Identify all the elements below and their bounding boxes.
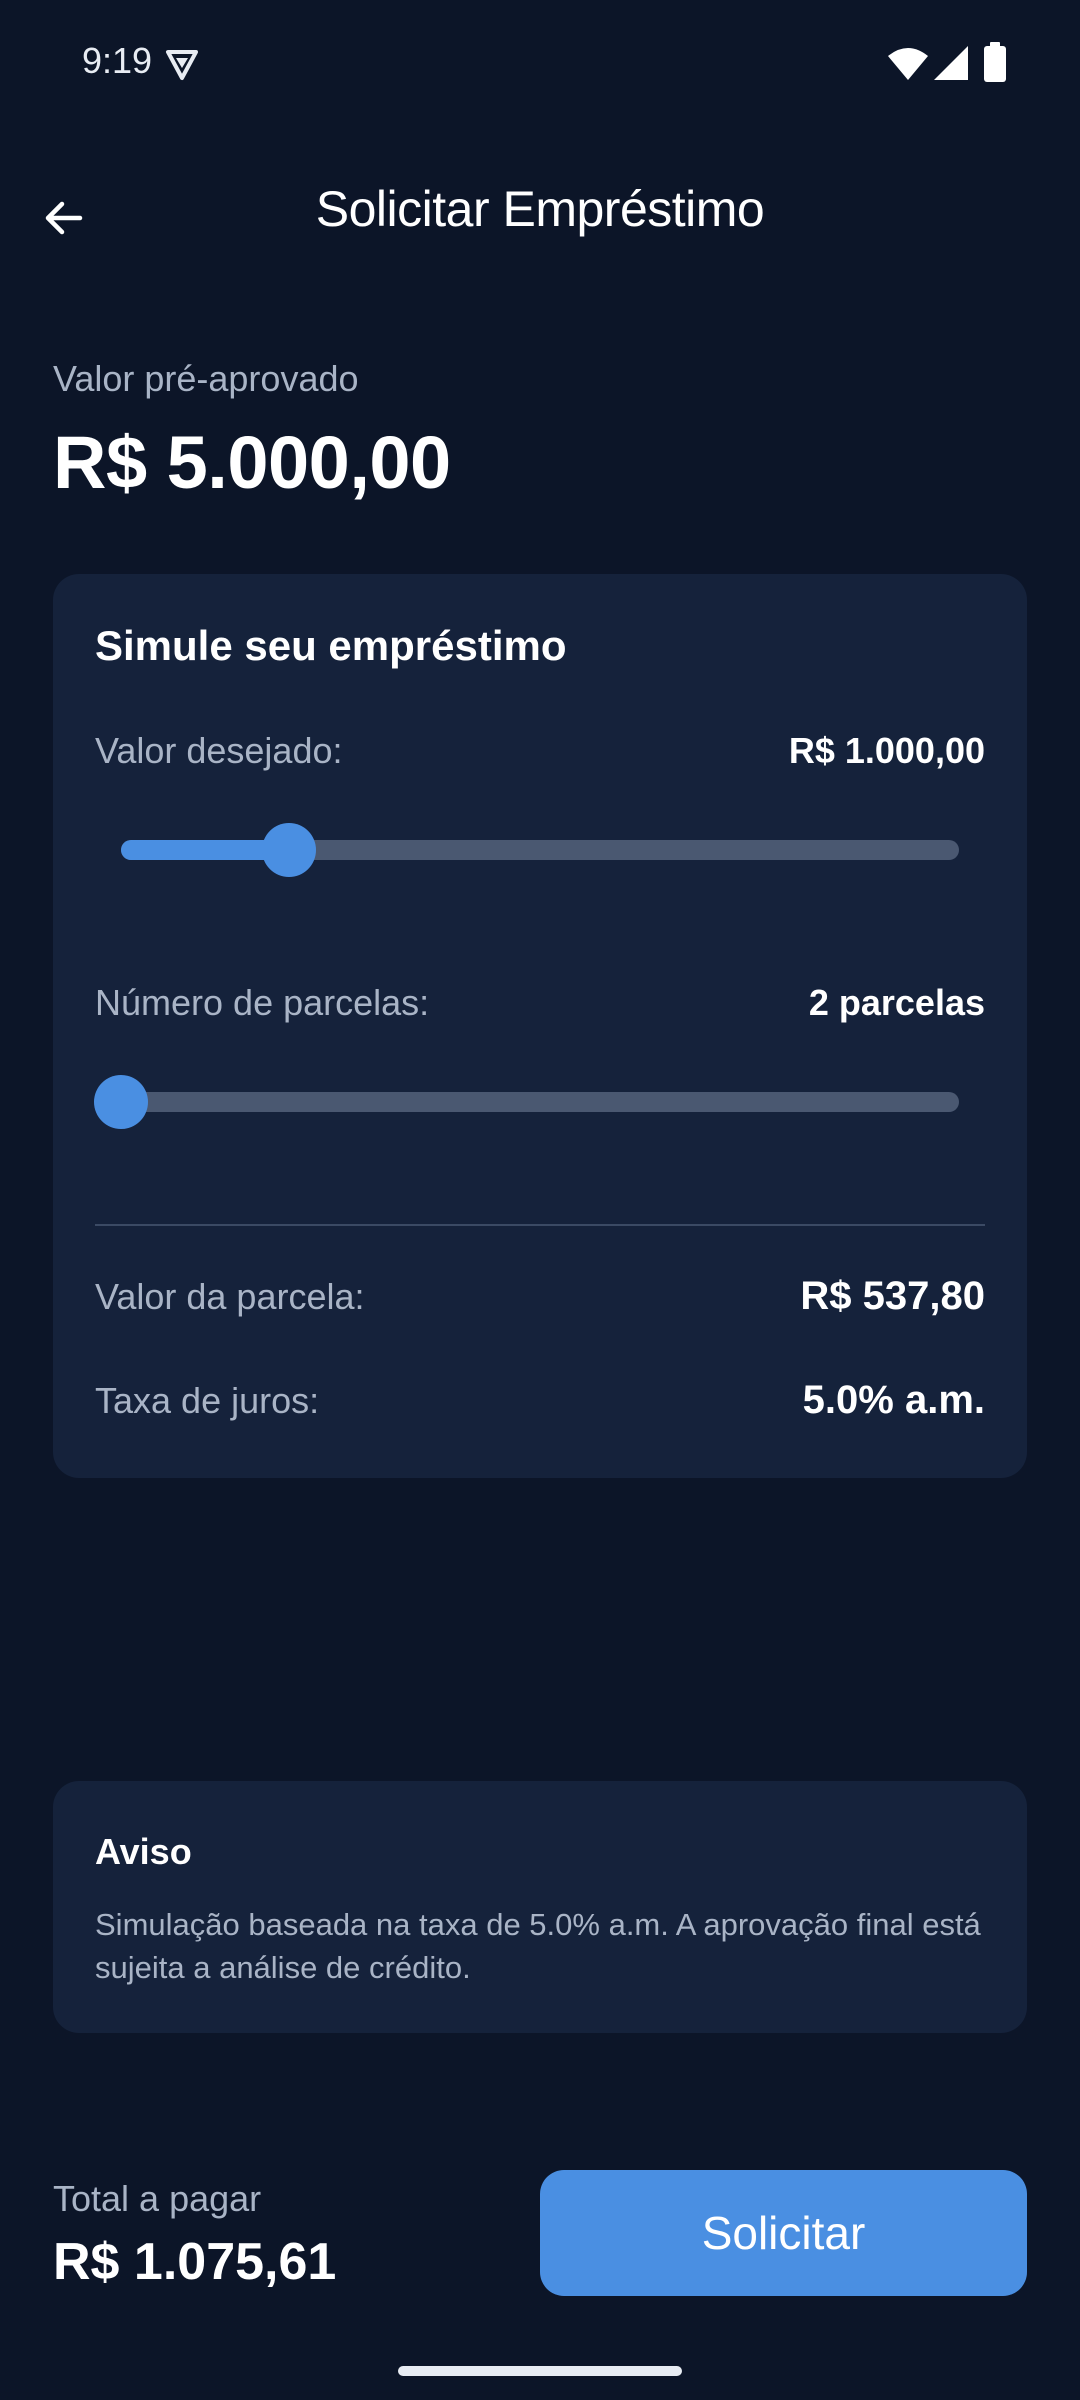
status-bar: 9:19 [0,0,1080,128]
total-value: R$ 1.075,61 [53,2233,337,2291]
total-label: Total a pagar [53,2178,262,2219]
amount-slider[interactable] [95,816,985,880]
simulation-title: Simule seu empréstimo [95,622,567,669]
rate-value: 5.0% a.m. [802,1378,985,1422]
submit-button[interactable]: Solicitar [540,2170,1027,2296]
status-time: 9:19 [82,40,153,81]
simulation-card: Simule seu empréstimo Valor desejado: R$… [53,574,1027,1478]
installments-label: Número de parcelas: [95,982,430,1023]
home-indicator[interactable] [398,2366,682,2376]
preapproved-label: Valor pré-aprovado [53,358,359,399]
installments-value: 2 parcelas [808,982,985,1023]
divider [95,1224,985,1226]
app-bar: Solicitar Empréstimo [0,150,1080,274]
installments-slider-thumb[interactable] [94,1075,148,1129]
installment-value: R$ 537,80 [800,1274,985,1318]
signal-icon [934,46,968,80]
rate-label: Taxa de juros: [95,1380,320,1421]
installments-slider-track [121,1092,959,1112]
preapproved-value: R$ 5.000,00 [53,421,451,504]
amount-label: Valor desejado: [95,730,343,771]
notice-title: Aviso [95,1831,192,1872]
notice-card: Aviso Simulação baseada na taxa de 5.0% … [53,1781,1027,2033]
installments-slider[interactable] [94,1068,985,1132]
amount-value: R$ 1.000,00 [788,730,985,771]
amount-slider-thumb[interactable] [261,823,316,877]
wifi-icon [888,48,928,80]
notice-text: Simulação baseada na taxa de 5.0% a.m. A… [95,1907,981,1985]
installment-value-label: Valor da parcela: [95,1276,365,1317]
battery-icon [984,42,1006,82]
vpn-icon [166,50,198,80]
page-title: Solicitar Empréstimo [315,181,765,237]
